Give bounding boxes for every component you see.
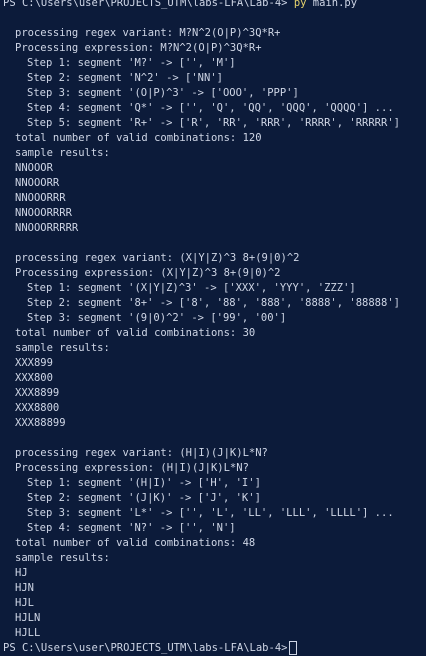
processing-variant-line: processing regex variant: M?N^2(O|P)^3Q*… bbox=[15, 27, 281, 39]
sample-result: HJLL bbox=[15, 627, 41, 639]
regex-block: processing regex variant: (X|Y|Z)^3 8+(9… bbox=[0, 251, 426, 431]
step-line: Step 1: segment '(X|Y|Z)^3' -> ['XXX', '… bbox=[27, 282, 356, 294]
total-line: total number of valid combinations: 120 bbox=[15, 132, 262, 144]
step-line: Step 2: segment '(J|K)' -> ['J', 'K'] bbox=[27, 492, 261, 504]
step-line: Step 3: segment '(9|0)^2' -> ['99', '00'… bbox=[27, 312, 287, 324]
command-name: py bbox=[293, 0, 307, 9]
sample-label: sample results: bbox=[15, 552, 110, 564]
prompt-path: PS C:\Users\user\PROJECTS_UTM\labs-LFA\L… bbox=[3, 0, 288, 9]
sample-result: XXX800 bbox=[15, 372, 53, 384]
sample-result: HJN bbox=[15, 582, 34, 594]
sample-result: XXX899 bbox=[15, 357, 53, 369]
processing-expression-line: Processing expression: (H|I)(J|K)L*N? bbox=[15, 462, 249, 474]
sample-label: sample results: bbox=[15, 342, 110, 354]
step-line: Step 3: segment '(O|P)^3' -> ['OOO', 'PP… bbox=[27, 87, 299, 99]
sample-result: HJLN bbox=[15, 612, 41, 624]
sample-result: NNOOOR bbox=[15, 162, 53, 174]
step-line: Step 1: segment '(H|I)' -> ['H', 'I'] bbox=[27, 477, 261, 489]
command-line: PS C:\Users\user\PROJECTS_UTM\labs-LFA\L… bbox=[0, 0, 426, 11]
sample-label: sample results: bbox=[15, 147, 110, 159]
step-line: Step 2: segment '8+' -> ['8', '88', '888… bbox=[27, 297, 400, 309]
processing-expression-line: Processing expression: (X|Y|Z)^3 8+(9|0)… bbox=[15, 267, 281, 279]
step-line: Step 2: segment 'N^2' -> ['NN'] bbox=[27, 72, 223, 84]
sample-result: NNOOORRRR bbox=[15, 207, 72, 219]
total-line: total number of valid combinations: 30 bbox=[15, 327, 256, 339]
sample-result: XXX88899 bbox=[15, 417, 66, 429]
sample-result: HJL bbox=[15, 597, 34, 609]
step-line: Step 4: segment 'N?' -> ['', 'N'] bbox=[27, 522, 236, 534]
processing-variant-line: processing regex variant: (H|I)(J|K)L*N? bbox=[15, 447, 268, 459]
sample-result: NNOOORRR bbox=[15, 192, 66, 204]
terminal-output: PS C:\Users\user\PROJECTS_UTM\labs-LFA\L… bbox=[0, 0, 426, 656]
final-prompt-line[interactable]: PS C:\Users\user\PROJECTS_UTM\labs-LFA\L… bbox=[0, 641, 426, 656]
processing-variant-line: processing regex variant: (X|Y|Z)^3 8+(9… bbox=[15, 252, 300, 264]
step-line: Step 4: segment 'Q*' -> ['', 'Q', 'QQ', … bbox=[27, 102, 394, 114]
step-line: Step 3: segment 'L*' -> ['', 'L', 'LL', … bbox=[27, 507, 394, 519]
step-line: Step 5: segment 'R+' -> ['R', 'RR', 'RRR… bbox=[27, 117, 400, 129]
final-prompt: PS C:\Users\user\PROJECTS_UTM\labs-LFA\L… bbox=[3, 642, 288, 654]
sample-result: NNOOORRRRR bbox=[15, 222, 79, 234]
regex-block: processing regex variant: M?N^2(O|P)^3Q*… bbox=[0, 26, 426, 236]
sample-result: XXX8800 bbox=[15, 402, 60, 414]
regex-block: processing regex variant: (H|I)(J|K)L*N?… bbox=[0, 446, 426, 641]
total-line: total number of valid combinations: 48 bbox=[15, 537, 256, 549]
processing-expression-line: Processing expression: M?N^2(O|P)^3Q*R+ bbox=[15, 42, 262, 54]
sample-result: HJ bbox=[15, 567, 28, 579]
step-line: Step 1: segment 'M?' -> ['', 'M'] bbox=[27, 57, 236, 69]
sample-result: XXX8899 bbox=[15, 387, 60, 399]
command-arg: main.py bbox=[312, 0, 358, 9]
sample-result: NNOOORR bbox=[15, 177, 60, 189]
